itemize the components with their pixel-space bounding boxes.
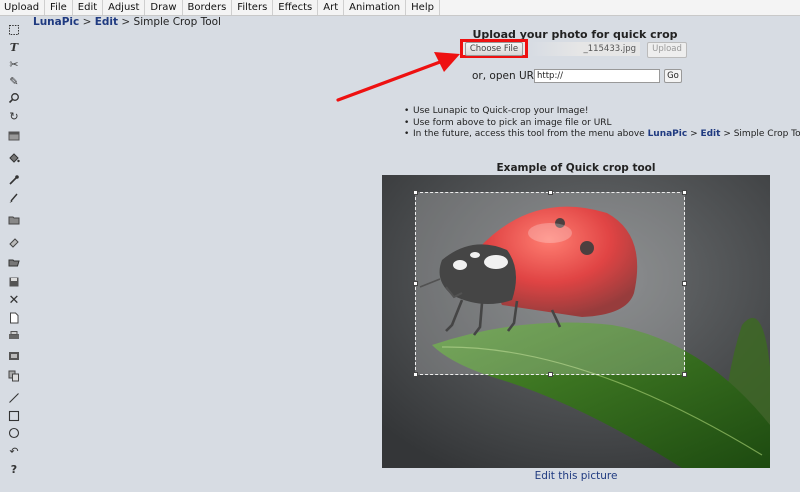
menu-bar: Upload File Edit Adjust Draw Borders Fil…	[0, 0, 800, 16]
gallery-icon[interactable]	[5, 348, 23, 364]
example-title: Example of Quick crop tool	[496, 162, 656, 174]
paint-bucket-icon[interactable]	[5, 150, 23, 166]
breadcrumb-separator: >	[118, 16, 134, 28]
upload-button[interactable]: Upload	[647, 42, 687, 58]
breadcrumb-edit[interactable]: Edit	[95, 16, 118, 28]
menu-upload[interactable]: Upload	[0, 0, 46, 15]
line-icon[interactable]	[5, 390, 23, 406]
menu-help[interactable]: Help	[406, 0, 440, 15]
info-item: Use Lunapic to Quick-crop your Image!	[402, 106, 800, 118]
menu-draw[interactable]: Draw	[145, 0, 183, 15]
undo-icon[interactable]: ↶	[5, 443, 23, 459]
breadcrumb: LunaPic > Edit > Simple Crop Tool	[33, 15, 221, 29]
choose-file-button[interactable]: Choose File	[464, 41, 524, 56]
crop-handle[interactable]	[413, 372, 418, 377]
pencil-icon[interactable]: ✎	[5, 73, 23, 89]
breadcrumb-lunapic[interactable]: LunaPic	[33, 16, 79, 28]
info-text: > Simple Crop Tool	[720, 129, 800, 139]
selected-file-name: _115433.jpg	[530, 42, 640, 56]
edit-this-picture-link[interactable]: Edit this picture	[382, 470, 770, 482]
eraser-icon[interactable]	[5, 234, 23, 250]
menu-filters[interactable]: Filters	[232, 0, 274, 15]
menu-edit[interactable]: Edit	[73, 0, 104, 15]
menu-adjust[interactable]: Adjust	[103, 0, 146, 15]
crop-handle[interactable]	[548, 190, 553, 195]
menu-art[interactable]: Art	[318, 0, 345, 15]
menu-animation[interactable]: Animation	[344, 0, 407, 15]
crop-selection[interactable]	[413, 190, 687, 377]
crop-handle[interactable]	[413, 190, 418, 195]
info-text: In the future, access this tool from the…	[413, 129, 648, 139]
choose-file-highlight: Choose File	[460, 39, 528, 58]
crop-handle[interactable]	[682, 190, 687, 195]
info-text: Use Lunapic to Quick-crop your Image!	[413, 106, 589, 116]
help-icon[interactable]: ?	[5, 461, 23, 477]
red-arrow-icon	[336, 52, 460, 102]
text-icon[interactable]: T	[5, 39, 23, 55]
info-text: Use form above to pick an image file or …	[413, 117, 612, 128]
eyedropper-icon[interactable]	[5, 172, 23, 188]
layer-icon[interactable]	[5, 128, 23, 144]
save-icon[interactable]	[5, 274, 23, 290]
rectangle-icon[interactable]	[5, 408, 23, 424]
menu-effects[interactable]: Effects	[273, 0, 319, 15]
url-label: or, open URL	[472, 70, 540, 82]
crop-handle[interactable]	[548, 372, 553, 377]
open-folder-icon[interactable]	[5, 212, 23, 228]
scissors-icon[interactable]: ✂	[5, 56, 23, 72]
print-icon[interactable]	[5, 328, 23, 344]
breadcrumb-current: Simple Crop Tool	[133, 16, 221, 28]
brush-icon[interactable]	[5, 190, 23, 206]
info-item: Use form above to pick an image file or …	[402, 118, 800, 130]
crop-handle[interactable]	[682, 372, 687, 377]
magnifier-icon[interactable]	[5, 90, 23, 106]
crop-handle[interactable]	[682, 281, 687, 286]
example-image	[382, 175, 770, 468]
menu-file[interactable]: File	[45, 0, 73, 15]
url-input[interactable]	[534, 69, 660, 83]
rotate-icon[interactable]: ↻	[5, 108, 23, 124]
info-separator: >	[687, 129, 701, 139]
menu-borders[interactable]: Borders	[183, 0, 233, 15]
circle-icon[interactable]	[5, 425, 23, 441]
breadcrumb-separator: >	[79, 16, 95, 28]
info-list: Use Lunapic to Quick-crop your Image! Us…	[402, 106, 800, 141]
close-icon[interactable]: ✕	[5, 292, 23, 308]
open-file-icon[interactable]	[5, 254, 23, 270]
copy-icon[interactable]	[5, 368, 23, 384]
info-link-edit[interactable]: Edit	[700, 129, 720, 139]
new-document-icon[interactable]	[5, 310, 23, 326]
marquee-select-icon[interactable]	[5, 22, 23, 38]
info-link-lunapic[interactable]: LunaPic	[648, 129, 688, 139]
info-item: In the future, access this tool from the…	[402, 129, 800, 141]
go-button[interactable]: Go	[664, 69, 682, 83]
crop-handle[interactable]	[413, 281, 418, 286]
